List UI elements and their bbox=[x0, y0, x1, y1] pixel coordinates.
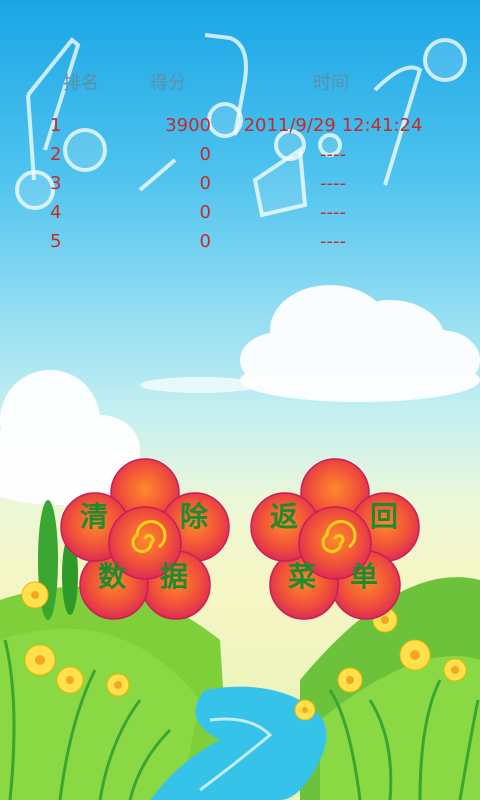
row-rank: 5 bbox=[50, 231, 62, 252]
row-time: ---- bbox=[320, 231, 346, 252]
button-char: 数 bbox=[98, 560, 127, 593]
header-rank: 排名 bbox=[63, 73, 99, 94]
cloud-right bbox=[240, 285, 480, 402]
flower-petals bbox=[60, 458, 230, 620]
high-score-screen: 排名 得分 时间 1 3900 2011/9/29 12:41:24 2 0 -… bbox=[0, 0, 480, 800]
button-char: 据 bbox=[160, 560, 189, 593]
header-score: 得分 bbox=[150, 73, 186, 94]
flower-petals bbox=[250, 458, 420, 620]
back-to-menu-button[interactable]: 返 回 菜 单 bbox=[250, 455, 420, 625]
button-char: 清 bbox=[80, 500, 109, 533]
clear-data-button[interactable]: 清 除 数 据 bbox=[60, 455, 230, 625]
row-rank: 4 bbox=[50, 202, 62, 223]
button-char: 菜 bbox=[288, 560, 317, 593]
row-time: ---- bbox=[320, 202, 346, 223]
button-char: 返 bbox=[270, 500, 299, 533]
row-score: 0 bbox=[199, 231, 211, 252]
row-score: 0 bbox=[199, 173, 211, 194]
row-score: 3900 bbox=[165, 115, 211, 136]
row-rank: 2 bbox=[50, 144, 62, 165]
button-char: 回 bbox=[370, 500, 399, 533]
row-time: 2011/9/29 12:41:24 bbox=[243, 115, 423, 136]
row-rank: 3 bbox=[50, 173, 62, 194]
button-char: 单 bbox=[350, 560, 379, 593]
header-time: 时间 bbox=[313, 73, 349, 94]
row-score: 0 bbox=[199, 202, 211, 223]
row-score: 0 bbox=[199, 144, 211, 165]
row-rank: 1 bbox=[50, 115, 62, 136]
row-time: ---- bbox=[320, 144, 346, 165]
button-char: 除 bbox=[180, 500, 209, 533]
row-time: ---- bbox=[320, 173, 346, 194]
